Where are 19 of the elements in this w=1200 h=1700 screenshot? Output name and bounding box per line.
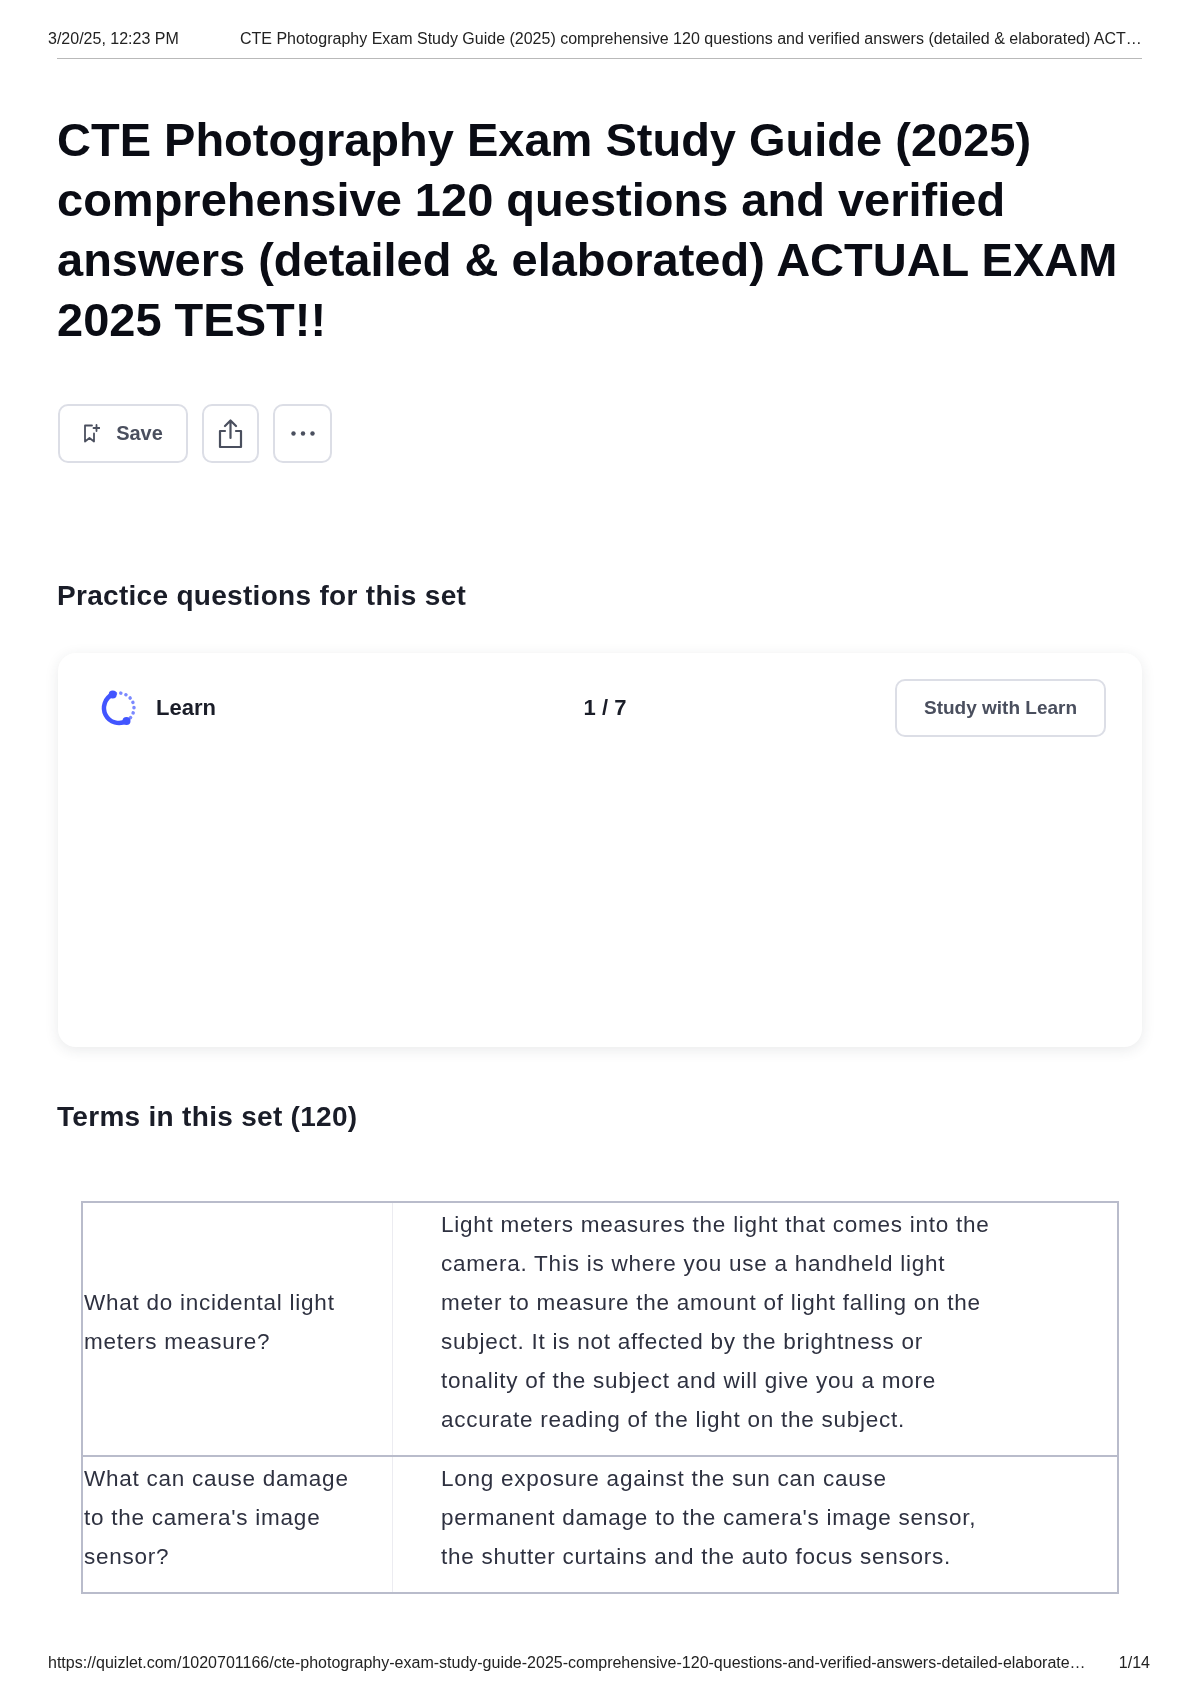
page-url: https://quizlet.com/1020701166/cte-photography-exam-study-guide-2025-comprehensive-120-questions-and-verified-answers-detailed-elaborate…: [48, 1654, 1086, 1672]
set-title: CTE Photography Exam Study Guide (2025) comprehensive 120 questions and verified answers (detailed & elaborated) ACTUAL EXAM 2025 TEST!!: [57, 112, 1119, 348]
bookmark-plus-icon: [83, 424, 101, 443]
more-icon: [290, 431, 315, 436]
progress-counter: 1 / 7: [582, 695, 627, 720]
save-button[interactable]: Save: [58, 404, 188, 463]
section-heading: Practice questions for this set: [57, 579, 468, 613]
learn-label: Learn: [156, 695, 216, 721]
term-cell: What can cause damage to the camera's image sensor?: [82, 1456, 393, 1593]
share-button[interactable]: [202, 404, 259, 463]
definition-cell: Light meters measures the light that comes into the camera. This is where you use a handheld light meter to measure the amount of light falling on the subject. It is not affected by the brightness or tonality of the subject and will give you a more accurate reading of the light on the subject.: [392, 1202, 1118, 1456]
print-page-title: CTE Photography Exam Study Guide (2025) comprehensive 120 questions and verified answers (detailed & elaborated) ACT…: [240, 30, 1142, 48]
term-cell: What do incidental light meters measure?: [82, 1202, 393, 1456]
page-number: 1/14: [1118, 1654, 1150, 1672]
study-with-learn-button[interactable]: Study with Learn: [895, 679, 1106, 737]
print-date: 3/20/25, 12:23 PM: [48, 30, 180, 48]
section-heading: Terms in this set (120): [57, 1100, 359, 1134]
share-icon: [217, 418, 244, 449]
definition-cell: Long exposure against the sun can cause permanent damage to the camera's image sensor, the shutter curtains and the auto focus sensors.: [392, 1456, 1118, 1593]
